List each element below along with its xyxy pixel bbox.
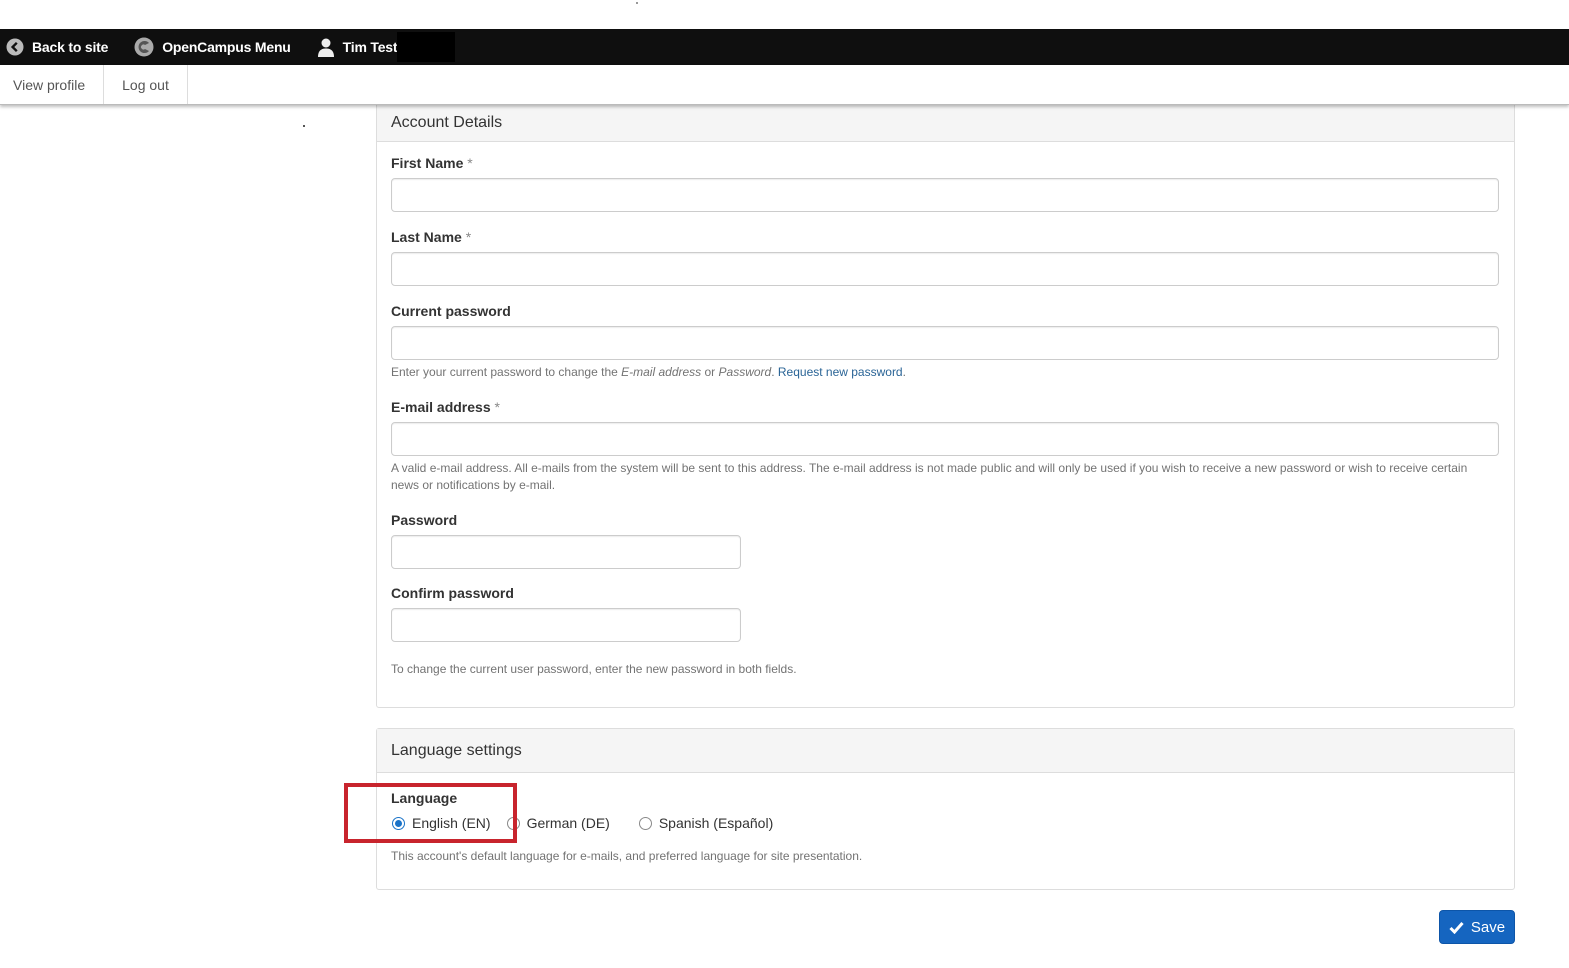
- back-to-site-label: Back to site: [32, 39, 109, 55]
- last-name-label: Last Name *: [391, 229, 472, 245]
- account-details-panel: Account Details First Name * Last Name *…: [376, 97, 1515, 708]
- language-option-german[interactable]: German (DE): [506, 815, 610, 831]
- required-mark: *: [467, 155, 473, 171]
- save-label: Save: [1470, 918, 1506, 936]
- language-settings-header: Language settings: [377, 729, 1514, 773]
- language-option-spanish[interactable]: Spanish (Español): [638, 815, 773, 831]
- stray-dot: [303, 125, 305, 127]
- language-settings-panel: Language settings Language English (EN) …: [376, 728, 1515, 890]
- checkmark-icon: [1449, 921, 1464, 934]
- user-icon: [317, 37, 335, 57]
- view-profile-link[interactable]: View profile: [0, 65, 105, 104]
- opencampus-logo-icon: [134, 37, 154, 57]
- user-tray: View profile Log out: [0, 65, 1569, 105]
- request-new-password-link[interactable]: Request new password: [778, 365, 903, 379]
- email-help: A valid e-mail address. All e-mails from…: [391, 461, 1468, 492]
- last-name-input[interactable]: [391, 252, 1499, 286]
- chevron-left-circle-icon: [6, 38, 24, 56]
- password-label: Password: [391, 512, 458, 528]
- save-button[interactable]: Save: [1439, 910, 1515, 944]
- language-settings-title: Language settings: [391, 741, 522, 759]
- password-help: To change the current user password, ent…: [391, 662, 797, 676]
- first-name-input[interactable]: [391, 178, 1499, 212]
- log-out-link[interactable]: Log out: [104, 65, 188, 104]
- required-mark: *: [465, 229, 472, 245]
- account-details-title: Account Details: [391, 113, 503, 131]
- stray-dot: [636, 2, 638, 4]
- opencampus-menu-label: OpenCampus Menu: [162, 39, 291, 55]
- admin-toolbar: Back to site OpenCampus Menu Tim Test: [0, 29, 1569, 65]
- confirm-password-label: Confirm password: [391, 585, 514, 601]
- current-password-help: Enter your current password to change th…: [391, 365, 906, 379]
- language-help: This account's default language for e-ma…: [391, 849, 863, 863]
- first-name-label: First Name *: [391, 155, 473, 171]
- annotation-highlight-box: [344, 783, 517, 843]
- top-margin: [0, 0, 1569, 29]
- user-menu-link[interactable]: Tim Test: [317, 37, 398, 57]
- required-mark: *: [494, 399, 500, 415]
- redacted-area: [397, 32, 456, 62]
- confirm-password-input[interactable]: [391, 608, 741, 642]
- current-password-input[interactable]: [391, 326, 1499, 360]
- opencampus-menu-link[interactable]: OpenCampus Menu: [134, 37, 291, 57]
- email-label: E-mail address *: [391, 399, 500, 415]
- password-input[interactable]: [391, 535, 741, 569]
- radio-spanish[interactable]: [638, 816, 652, 830]
- current-password-label: Current password: [391, 303, 511, 319]
- back-to-site-link[interactable]: Back to site: [6, 38, 108, 56]
- user-name-label: Tim Test: [342, 39, 398, 55]
- email-input[interactable]: [391, 422, 1499, 456]
